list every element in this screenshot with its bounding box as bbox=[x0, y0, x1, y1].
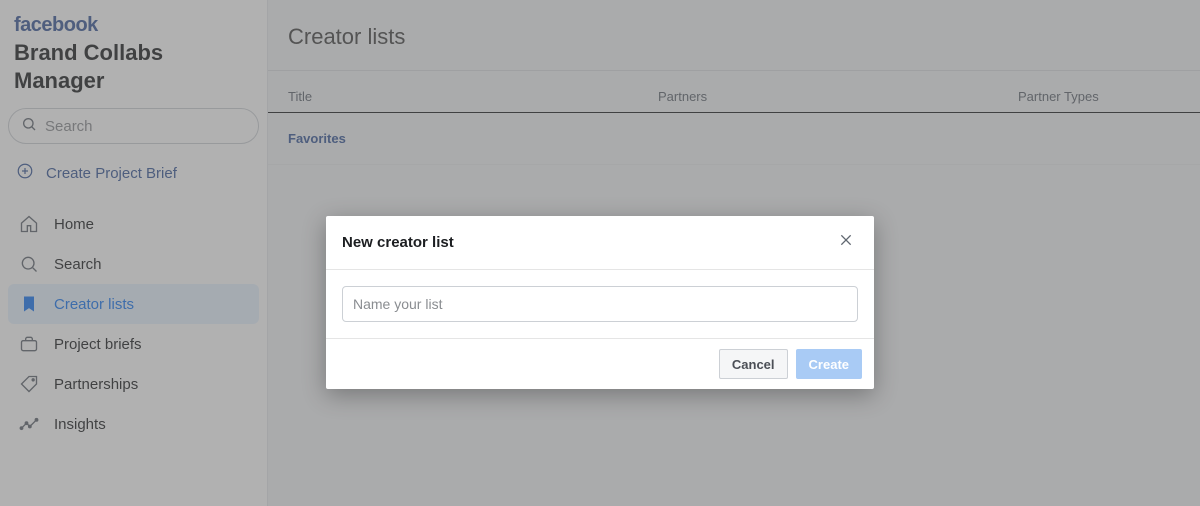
new-creator-list-modal: New creator list Cancel Create bbox=[326, 216, 874, 389]
cancel-button[interactable]: Cancel bbox=[719, 349, 788, 379]
modal-footer: Cancel Create bbox=[326, 339, 874, 389]
modal-body bbox=[326, 270, 874, 339]
modal-header: New creator list bbox=[326, 216, 874, 270]
close-icon bbox=[838, 235, 854, 252]
modal-title: New creator list bbox=[342, 234, 454, 251]
list-name-input[interactable] bbox=[342, 286, 858, 322]
modal-overlay[interactable]: New creator list Cancel Create bbox=[0, 0, 1200, 506]
modal-close-button[interactable] bbox=[834, 228, 858, 257]
create-button[interactable]: Create bbox=[796, 349, 862, 379]
